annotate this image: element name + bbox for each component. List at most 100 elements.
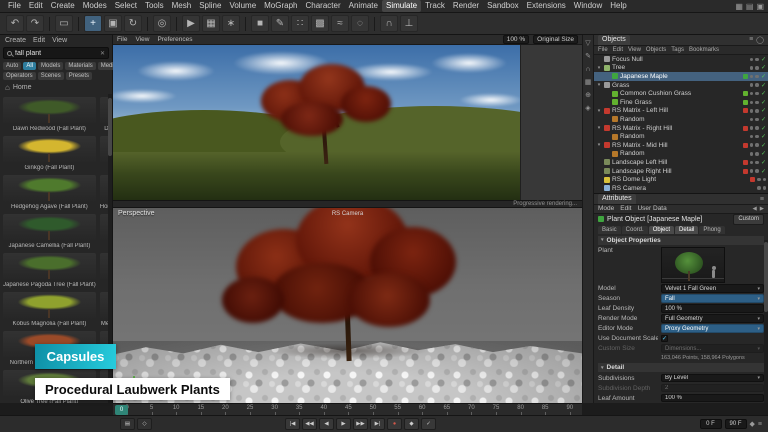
goto-start-button[interactable]: |◀ [285, 418, 300, 430]
undo-icon[interactable]: ↶ [6, 15, 24, 32]
attr-tab-detail[interactable]: Detail [675, 226, 698, 234]
field-value[interactable]: Dimensions... [661, 344, 764, 353]
field-value[interactable]: Full Geometry [661, 314, 764, 323]
redo-icon[interactable]: ↷ [26, 15, 44, 32]
render-picture-viewer-icon[interactable]: ▦ [202, 15, 220, 32]
filter-materials[interactable]: Materials [65, 62, 95, 70]
custom-button[interactable]: Custom [733, 214, 764, 225]
render-visibility-dot[interactable] [755, 161, 759, 165]
editor-visibility-dot[interactable] [750, 109, 754, 113]
render-visibility-dot[interactable] [755, 152, 759, 156]
asset-tab-view[interactable]: View [52, 37, 67, 44]
object-row[interactable]: ▾RS Matrix - Right Hill✓ [594, 124, 768, 133]
editor-visibility-dot[interactable] [750, 92, 754, 96]
options-menu-icon[interactable]: ≡ [758, 421, 762, 428]
object-tag[interactable] [743, 74, 748, 79]
search-icon[interactable]: ◯ [756, 36, 764, 44]
object-row[interactable]: Common Cushion Grass✓ [594, 89, 768, 98]
menu-item-mograph[interactable]: MoGraph [260, 0, 301, 12]
attr-tab-basic[interactable]: Basic [598, 226, 621, 234]
interface-icon[interactable]: ▣ [756, 2, 764, 11]
perspective-viewport[interactable]: Perspective RS Camera [113, 208, 582, 403]
pen-icon[interactable]: ✎ [585, 53, 591, 60]
object-row[interactable]: Focus Null✓ [594, 55, 768, 64]
filter-models[interactable]: Models [38, 62, 63, 70]
enabled-check[interactable]: ✓ [761, 142, 766, 149]
record-button[interactable]: ● [387, 418, 402, 430]
objects-menu-edit[interactable]: Edit [613, 47, 623, 53]
enabled-check[interactable]: ✓ [761, 107, 766, 114]
objects-menu-tags[interactable]: Tags [671, 47, 684, 53]
enabled-check[interactable]: ✓ [761, 82, 766, 89]
asset-item[interactable]: Dawn Redwood (Fall Plant) [2, 96, 97, 133]
object-row[interactable]: Japanese Maple✓ [594, 72, 768, 81]
simulation-icon[interactable]: ≈ [331, 15, 349, 32]
scale-tool-icon[interactable]: ▣ [104, 15, 122, 32]
attr-tab-phong[interactable]: Phong [699, 226, 724, 234]
field-value[interactable]: 100 % [661, 394, 764, 403]
grid-icon[interactable]: ▦ [585, 79, 592, 86]
menu-item-animate[interactable]: Animate [345, 0, 382, 12]
timeline-ruler[interactable]: 0510152025303540455055606570758085900 [113, 403, 582, 415]
object-tag[interactable] [750, 177, 755, 182]
render-settings-icon[interactable]: ∗ [222, 15, 240, 32]
asset-item[interactable]: Ginkgo (Fall Plant) [2, 135, 97, 172]
menu-item-file[interactable]: File [4, 0, 25, 12]
object-row[interactable]: Landscape Right Hill✓ [594, 167, 768, 176]
viewport-label[interactable]: Perspective [118, 210, 155, 217]
timeline-mode-icon[interactable]: ▤ [120, 418, 135, 430]
asset-item[interactable]: Japanese Camellia (Fall Plant) [2, 213, 97, 250]
objects-menu-view[interactable]: View [628, 47, 641, 53]
object-row[interactable]: Fine Grass✓ [594, 98, 768, 107]
clear-search-icon[interactable]: ✕ [100, 50, 105, 57]
keyframe-selection-button[interactable]: ✓ [421, 418, 436, 430]
snap-icon[interactable]: ∩ [380, 15, 398, 32]
expand-arrow[interactable]: ▾ [596, 108, 602, 114]
prev-key-button[interactable]: ◀◀ [302, 418, 317, 430]
objects-menu-bookmarks[interactable]: Bookmarks [689, 47, 719, 53]
axis-icon[interactable]: ⊕ [585, 92, 591, 99]
menu-item-render[interactable]: Render [449, 0, 483, 12]
expand-arrow[interactable]: ▾ [596, 125, 602, 131]
viewer-menu-view[interactable]: View [135, 36, 149, 43]
viewer-menu-preferences[interactable]: Preferences [157, 36, 192, 43]
enabled-check[interactable]: ✓ [761, 73, 766, 80]
editor-visibility-dot[interactable] [750, 161, 754, 165]
menu-item-modes[interactable]: Modes [79, 0, 111, 12]
panel-menu-icon[interactable]: ≡ [760, 196, 764, 203]
enabled-check[interactable]: ✓ [761, 168, 766, 175]
playhead[interactable]: 0 [115, 405, 128, 415]
render-visibility-dot[interactable] [755, 109, 759, 113]
object-tag[interactable] [743, 108, 748, 113]
search-input[interactable]: fall plant ✕ [3, 47, 109, 59]
object-row[interactable]: RS Camera [594, 184, 768, 193]
editor-visibility-dot[interactable] [750, 135, 754, 139]
end-frame-field[interactable]: 90 F [725, 419, 747, 429]
enabled-check[interactable]: ✓ [761, 99, 766, 106]
mograph-icon[interactable]: ∷ [291, 15, 309, 32]
render-visibility-dot[interactable] [755, 126, 759, 130]
object-row[interactable]: ▾Tree✓ [594, 64, 768, 73]
enabled-check[interactable]: ✓ [761, 56, 766, 63]
render-visibility-dot[interactable] [755, 143, 759, 147]
panel-menu-icon[interactable]: ≡ [749, 36, 753, 44]
play-button[interactable]: ▶ [336, 418, 351, 430]
asset-tab-create[interactable]: Create [5, 37, 26, 44]
spline-pen-icon[interactable]: ✎ [271, 15, 289, 32]
goto-end-button[interactable]: ▶| [370, 418, 385, 430]
object-tag[interactable] [743, 143, 748, 148]
viewport-splitter[interactable]: Progressive rendering... [113, 200, 582, 208]
current-frame-field[interactable]: 0 F [700, 419, 722, 429]
filter-auto[interactable]: Auto [3, 62, 21, 70]
attributes-scrollbar[interactable] [764, 240, 768, 403]
menu-item-mesh[interactable]: Mesh [168, 0, 196, 12]
object-row[interactable]: ▾RS Matrix - Left Hill✓ [594, 107, 768, 116]
render-visibility-dot[interactable] [763, 178, 767, 182]
mode-edit[interactable]: Edit [620, 205, 631, 212]
render-view-icon[interactable]: ▶ [182, 15, 200, 32]
autokey-button[interactable]: ◆ [404, 418, 419, 430]
object-row[interactable]: Landscape Left Hill✓ [594, 158, 768, 167]
editor-visibility-dot[interactable] [750, 126, 754, 130]
render-visibility-dot[interactable] [755, 66, 759, 70]
nav-arrow[interactable]: ◀ [753, 206, 757, 212]
